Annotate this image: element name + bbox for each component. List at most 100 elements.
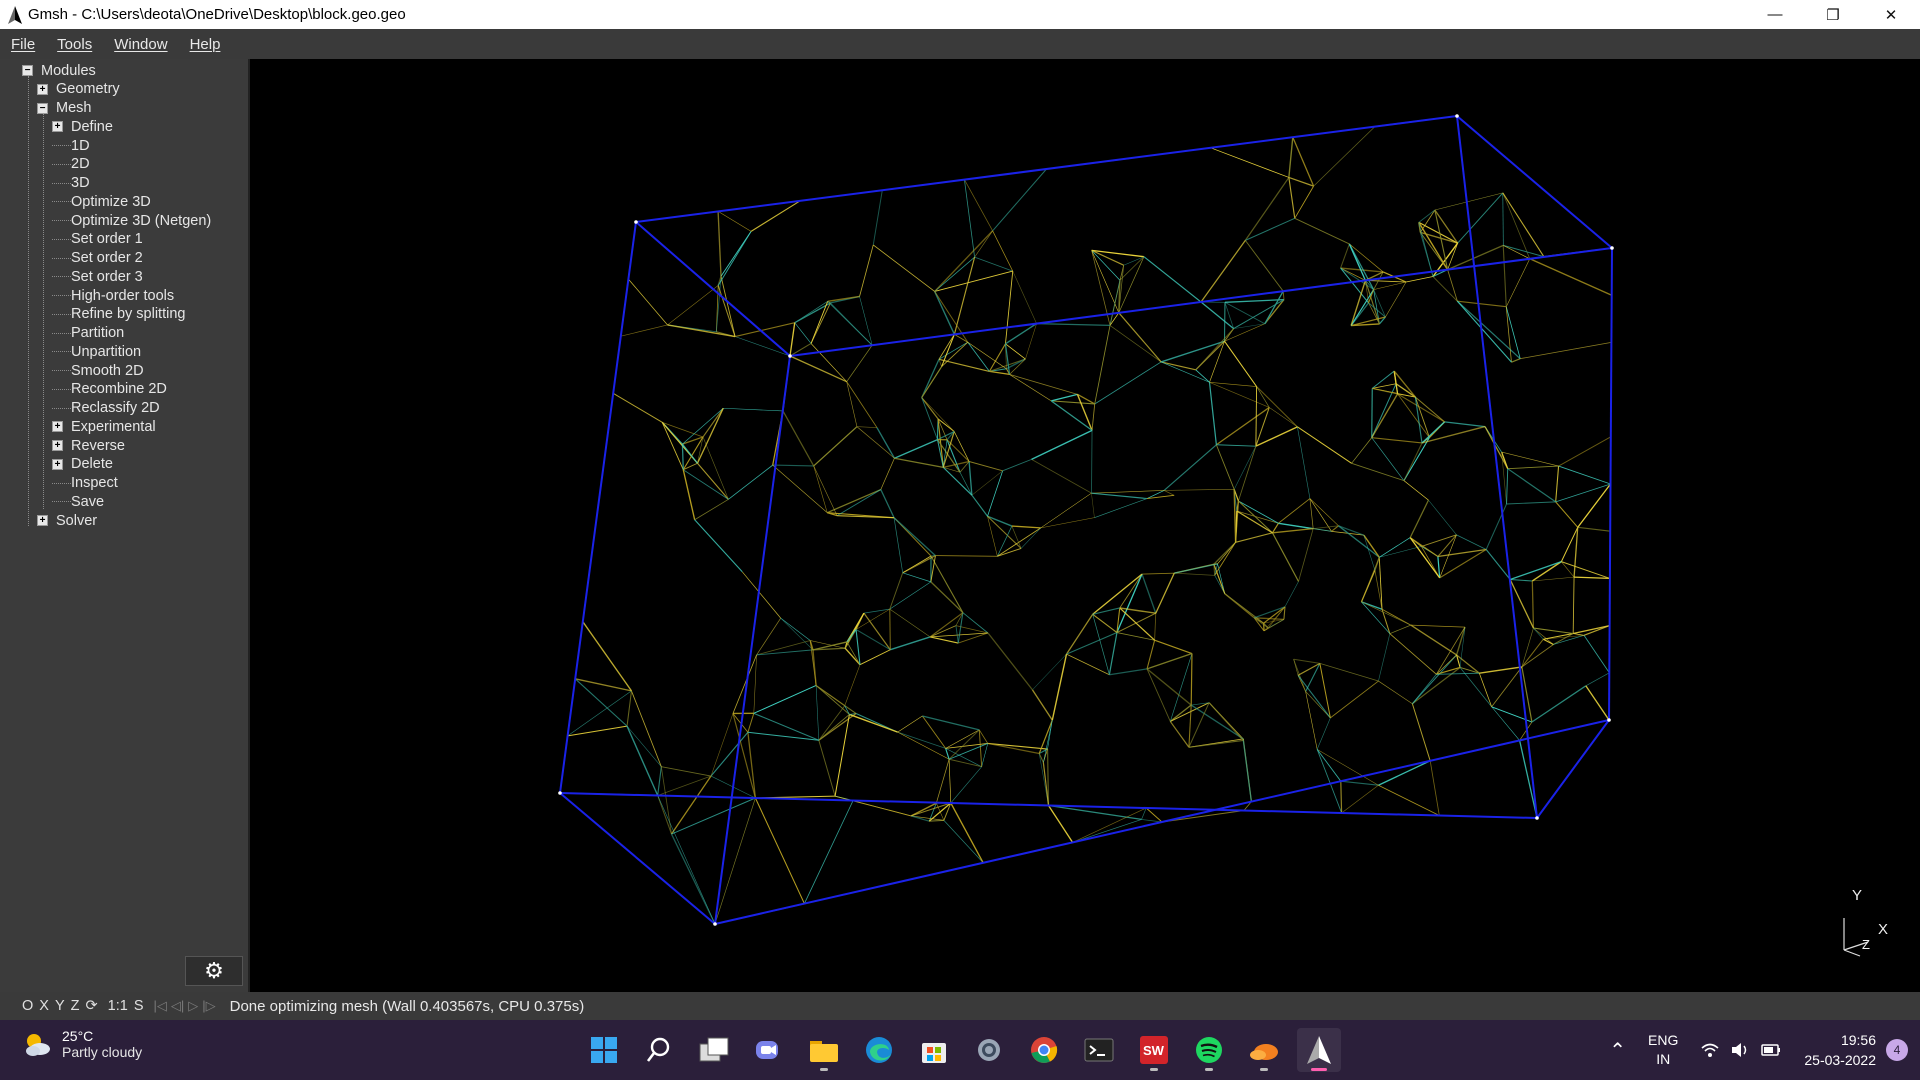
menu-help[interactable]: Help	[190, 36, 221, 53]
view-x-button[interactable]: X	[39, 998, 49, 1014]
tree-item-1d[interactable]: 1D	[52, 136, 90, 155]
store-button[interactable]	[912, 1028, 956, 1072]
edge-button[interactable]	[857, 1028, 901, 1072]
tree-item-unpartition[interactable]: Unpartition	[52, 342, 141, 361]
mesh-edge	[929, 636, 959, 644]
scale-1-1-button[interactable]: 1:1	[108, 998, 128, 1014]
tree-item-reclassify-2d[interactable]: Reclassify 2D	[52, 399, 160, 418]
mesh-edge	[953, 431, 970, 462]
solidworks-button[interactable]: SW	[1132, 1028, 1176, 1072]
tree-item-experimental[interactable]: + Experimental	[52, 417, 156, 436]
mesh-edge	[1264, 290, 1284, 325]
tree-item-inspect[interactable]: Inspect	[52, 474, 118, 493]
mesh-edge	[1409, 537, 1441, 579]
tree-item-set-order-1[interactable]: Set order 1	[52, 230, 143, 249]
anim-play-button[interactable]: ▷	[188, 998, 198, 1014]
teams-chat-button[interactable]	[747, 1028, 791, 1072]
mesh-edge	[1271, 532, 1300, 582]
mesh-canvas[interactable]	[252, 59, 1920, 992]
tree-item-delete[interactable]: + Delete	[52, 455, 113, 474]
tree-item-3d[interactable]: 3D	[52, 174, 90, 193]
tree-item-mesh[interactable]: − Mesh	[37, 99, 91, 118]
tree-item-recombine-2d[interactable]: Recombine 2D	[52, 380, 167, 399]
mesh-edge	[1510, 578, 1533, 582]
terminal-button[interactable]	[1077, 1028, 1121, 1072]
tree-item-define[interactable]: + Define	[52, 117, 113, 136]
mesh-edge	[683, 469, 729, 500]
expand-icon[interactable]: +	[37, 83, 48, 95]
mesh-edge	[620, 324, 668, 337]
expand-icon[interactable]: +	[52, 458, 63, 470]
tree-item-smooth-2d[interactable]: Smooth 2D	[52, 361, 144, 380]
view-y-button[interactable]: Y	[55, 998, 65, 1014]
mesh-edge	[1209, 381, 1257, 387]
view-z-button[interactable]: Z	[71, 998, 80, 1014]
spotify-button[interactable]	[1187, 1028, 1231, 1072]
view-reset-button[interactable]: O	[22, 998, 33, 1014]
expand-icon[interactable]: +	[37, 515, 48, 526]
tree-item-set-order-2[interactable]: Set order 2	[52, 249, 143, 268]
anim-first-button[interactable]: |◁	[153, 998, 166, 1014]
minimize-button[interactable]: —	[1746, 0, 1804, 29]
tree-item-set-order-3[interactable]: Set order 3	[52, 267, 143, 286]
start-button[interactable]	[582, 1028, 626, 1072]
mesh-edge	[1298, 528, 1314, 582]
tree-item-modules[interactable]: − Modules	[22, 61, 96, 80]
collapse-icon[interactable]: −	[37, 102, 48, 114]
file-explorer-button[interactable]	[802, 1028, 846, 1072]
select-button[interactable]: S	[134, 998, 144, 1014]
weather-widget[interactable]: 25°C Partly cloudy	[22, 1028, 142, 1060]
close-button[interactable]: ✕	[1862, 0, 1920, 29]
mesh-edge	[964, 179, 975, 258]
menu-window[interactable]: Window	[114, 36, 167, 53]
gmsh-taskbar-button[interactable]	[1297, 1028, 1341, 1072]
search-button[interactable]	[637, 1028, 681, 1072]
anim-prev-button[interactable]: ◁|	[171, 998, 184, 1014]
menu-file[interactable]: File	[11, 36, 35, 53]
tree-item-save[interactable]: Save	[52, 492, 104, 511]
settings-gear-button[interactable]: ⚙	[185, 956, 243, 986]
clock[interactable]: 19:56 25-03-2022	[1804, 1030, 1876, 1070]
gmsh-logo-icon	[4, 4, 26, 26]
battery-icon[interactable]	[1760, 1041, 1782, 1059]
tree-item-optimize-3d-netgen-[interactable]: Optimize 3D (Netgen)	[52, 211, 211, 230]
tree-item-partition[interactable]: Partition	[52, 324, 124, 343]
mesh-edge	[1032, 653, 1067, 691]
tree-item-label: Modules	[41, 62, 96, 79]
mesh-edge	[1284, 581, 1299, 607]
chrome-button[interactable]	[1022, 1028, 1066, 1072]
mesh-edge	[1418, 222, 1434, 277]
settings-app-button[interactable]	[967, 1028, 1011, 1072]
tree-item-reverse[interactable]: + Reverse	[52, 436, 125, 455]
language-indicator[interactable]: ENG IN	[1648, 1031, 1678, 1069]
chevron-up-icon[interactable]: ⌃	[1609, 1038, 1626, 1063]
tree-item-refine-by-splitting[interactable]: Refine by splitting	[52, 305, 185, 324]
mesh-edge	[1374, 557, 1380, 571]
menu-tools[interactable]: Tools	[57, 36, 92, 53]
anim-next-button[interactable]: |▷	[202, 998, 215, 1014]
cloud-app-button[interactable]	[1242, 1028, 1286, 1072]
expand-icon[interactable]: +	[52, 421, 63, 433]
mesh-edge	[846, 381, 878, 428]
notification-badge[interactable]: 4	[1886, 1039, 1908, 1061]
wifi-icon[interactable]	[1700, 1041, 1720, 1059]
expand-icon[interactable]: +	[52, 121, 63, 133]
collapse-icon[interactable]: −	[22, 65, 33, 76]
expand-icon[interactable]: +	[52, 440, 63, 451]
tree-item-solver[interactable]: + Solver	[37, 511, 97, 530]
mesh-edge	[1521, 638, 1544, 668]
mesh-edge	[921, 366, 943, 398]
tree-item-label: Geometry	[56, 81, 120, 98]
mesh-edge	[717, 285, 736, 337]
tree-item-optimize-3d[interactable]: Optimize 3D	[52, 192, 151, 211]
tree-item-geometry[interactable]: + Geometry	[37, 80, 120, 99]
graphics-viewport[interactable]	[252, 59, 1920, 992]
rotate-button[interactable]: ⟳	[85, 998, 97, 1014]
mesh-edge	[714, 797, 756, 925]
restore-button[interactable]: ❐	[1804, 0, 1862, 29]
task-view-button[interactable]	[692, 1028, 736, 1072]
tree-item-high-order-tools[interactable]: High-order tools	[52, 286, 174, 305]
tree-connector	[52, 201, 71, 203]
volume-icon[interactable]	[1730, 1041, 1750, 1059]
tree-item-2d[interactable]: 2D	[52, 155, 90, 174]
